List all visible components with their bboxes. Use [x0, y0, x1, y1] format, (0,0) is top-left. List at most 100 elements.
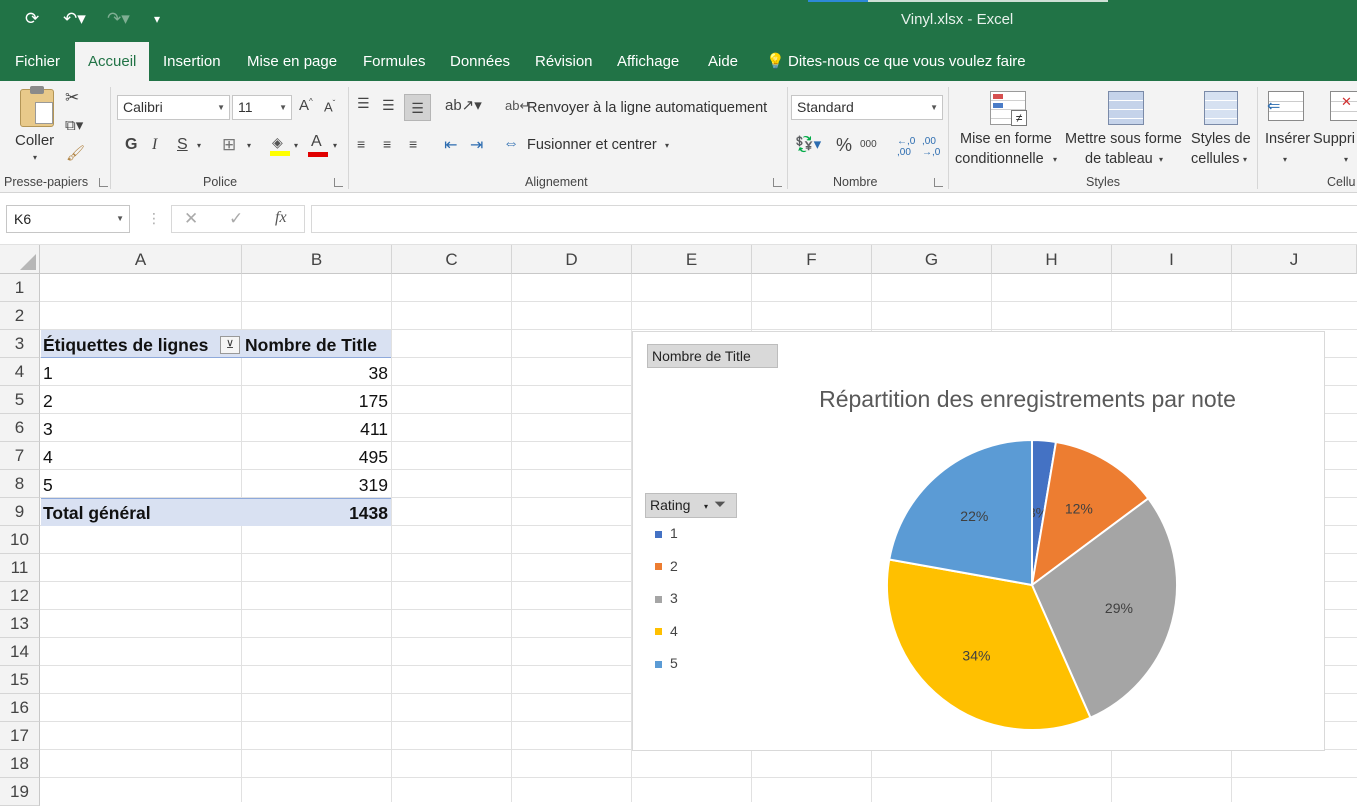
pie-slice-4[interactable]: [886, 558, 1092, 731]
format-as-table-dropdown-icon[interactable]: ▾: [1159, 155, 1163, 164]
underline-dropdown-icon[interactable]: ▾: [197, 141, 201, 150]
font-color-dropdown-icon[interactable]: ▾: [333, 141, 337, 150]
number-format-select[interactable]: Standard ▼: [791, 95, 943, 120]
pivot-row-value[interactable]: 175: [242, 387, 391, 415]
row-header[interactable]: 13: [0, 610, 40, 638]
column-header-g[interactable]: G: [872, 245, 992, 274]
row-header[interactable]: 14: [0, 638, 40, 666]
pivot-row-labels-header[interactable]: Étiquettes de lignes: [43, 331, 213, 359]
conditional-formatting-icon[interactable]: ≠: [990, 91, 1027, 126]
merge-center-button[interactable]: Fusionner et centrer: [527, 137, 657, 153]
row-header[interactable]: 10: [0, 526, 40, 554]
autosave-icon[interactable]: ⟳: [25, 9, 39, 29]
cancel-icon[interactable]: ✕: [184, 209, 198, 229]
name-box[interactable]: K6 ▼: [6, 205, 130, 233]
align-top-icon[interactable]: ☰: [357, 95, 370, 112]
tab-affichage[interactable]: Affichage: [617, 42, 679, 81]
pivot-row-value[interactable]: 319: [242, 471, 391, 499]
decrease-decimal-icon[interactable]: ,00 →,0: [922, 136, 940, 158]
format-painter-icon[interactable]: 🖌: [66, 144, 85, 162]
font-size-select[interactable]: 11 ▼: [232, 95, 292, 120]
fill-color-dropdown-icon[interactable]: ▾: [294, 141, 298, 150]
format-as-table-line2[interactable]: de tableau: [1085, 151, 1153, 167]
pivot-total-label[interactable]: Total général: [43, 499, 233, 527]
tab-mise-en-page[interactable]: Mise en page: [247, 42, 337, 81]
decrease-indent-icon[interactable]: ⇤: [444, 135, 457, 155]
bold-button[interactable]: G: [125, 136, 137, 154]
cell-styles-dropdown-icon[interactable]: ▾: [1243, 155, 1247, 164]
format-as-table-line1[interactable]: Mettre sous forme: [1065, 131, 1182, 147]
font-color-icon[interactable]: A: [308, 133, 328, 157]
legend-entry-1[interactable]: 1: [655, 525, 678, 541]
row-header[interactable]: 7: [0, 442, 40, 470]
customize-quick-access-icon[interactable]: ▾: [154, 12, 160, 26]
select-all-corner[interactable]: [0, 245, 40, 274]
row-header[interactable]: 11: [0, 554, 40, 582]
insert-cells-dropdown-icon[interactable]: ▾: [1283, 155, 1287, 164]
legend-entry-4[interactable]: 4: [655, 623, 678, 639]
legend-entry-2[interactable]: 2: [655, 558, 678, 574]
pivot-row-label[interactable]: 4: [43, 443, 233, 471]
insert-cells-icon[interactable]: ⇐: [1267, 91, 1304, 121]
column-header-j[interactable]: J: [1232, 245, 1357, 274]
borders-icon[interactable]: ⊞: [222, 135, 236, 155]
comma-style-button[interactable]: 000: [860, 139, 877, 150]
row-header[interactable]: 6: [0, 414, 40, 442]
tab-aide[interactable]: Aide: [708, 42, 738, 81]
row-header[interactable]: 16: [0, 694, 40, 722]
pivot-row-label[interactable]: 3: [43, 415, 233, 443]
grow-font-icon[interactable]: A^: [299, 97, 313, 114]
legend-entry-3[interactable]: 3: [655, 590, 678, 606]
column-header-f[interactable]: F: [752, 245, 872, 274]
underline-button[interactable]: S: [177, 136, 188, 154]
row-header[interactable]: 2: [0, 302, 40, 330]
row-header[interactable]: 9: [0, 498, 40, 526]
pie-slice-1[interactable]: [1031, 438, 1058, 586]
cell-styles-icon[interactable]: [1204, 91, 1238, 125]
align-right-icon[interactable]: ≡: [409, 136, 417, 152]
pie-slice-3[interactable]: [1030, 496, 1178, 720]
column-header-i[interactable]: I: [1112, 245, 1232, 274]
row-header[interactable]: 8: [0, 470, 40, 498]
wrap-text-button[interactable]: Renvoyer à la ligne automatiquement: [527, 100, 767, 116]
alignment-launcher-icon[interactable]: [773, 178, 782, 187]
chart-title[interactable]: Répartition des enregistrements par note: [633, 386, 1326, 413]
merge-dropdown-icon[interactable]: ▾: [665, 141, 669, 150]
increase-decimal-icon[interactable]: ←,0,00: [897, 136, 915, 158]
rating-field-button[interactable]: Rating ▾ ⏷: [645, 493, 737, 518]
column-header-h[interactable]: H: [992, 245, 1112, 274]
pivot-row-label[interactable]: 2: [43, 387, 233, 415]
cell-styles-line1[interactable]: Styles de: [1191, 131, 1251, 147]
tell-me-search[interactable]: Dites-nous ce que vous voulez faire: [788, 42, 1026, 81]
increase-indent-icon[interactable]: ⇥: [470, 135, 483, 155]
pivot-row-value[interactable]: 495: [242, 443, 391, 471]
pie-slice-2[interactable]: [1030, 440, 1150, 588]
redo-icon[interactable]: ↷▾: [107, 9, 130, 29]
row-labels-filter-icon[interactable]: ⊻: [220, 336, 240, 354]
pie-slice-5[interactable]: [888, 438, 1033, 587]
cut-icon[interactable]: ✂: [65, 88, 79, 108]
font-name-select[interactable]: Calibri ▼: [117, 95, 230, 120]
paste-icon[interactable]: [20, 86, 54, 127]
row-header[interactable]: 18: [0, 750, 40, 778]
column-header-b[interactable]: B: [242, 245, 392, 274]
align-middle-icon[interactable]: ☰: [382, 97, 395, 114]
tab-donnees[interactable]: Données: [450, 42, 510, 81]
column-header-e[interactable]: E: [632, 245, 752, 274]
fill-color-icon[interactable]: ◈: [270, 134, 290, 156]
row-header[interactable]: 3: [0, 330, 40, 358]
row-header[interactable]: 12: [0, 582, 40, 610]
pivot-row-label[interactable]: 5: [43, 471, 233, 499]
pivot-row-value[interactable]: 411: [242, 415, 391, 443]
align-center-icon[interactable]: ≡: [383, 136, 391, 152]
legend-entry-5[interactable]: 5: [655, 655, 678, 671]
tab-accueil[interactable]: Accueil: [75, 42, 150, 81]
tab-formules[interactable]: Formules: [363, 42, 426, 81]
column-header-a[interactable]: A: [40, 245, 242, 274]
insert-cells-button[interactable]: Insérer: [1265, 131, 1310, 147]
italic-button[interactable]: I: [152, 136, 157, 154]
copy-icon[interactable]: ⧉▾: [65, 116, 83, 134]
tab-revision[interactable]: Révision: [535, 42, 593, 81]
number-launcher-icon[interactable]: [934, 178, 943, 187]
delete-cells-icon[interactable]: ✕: [1330, 91, 1357, 121]
